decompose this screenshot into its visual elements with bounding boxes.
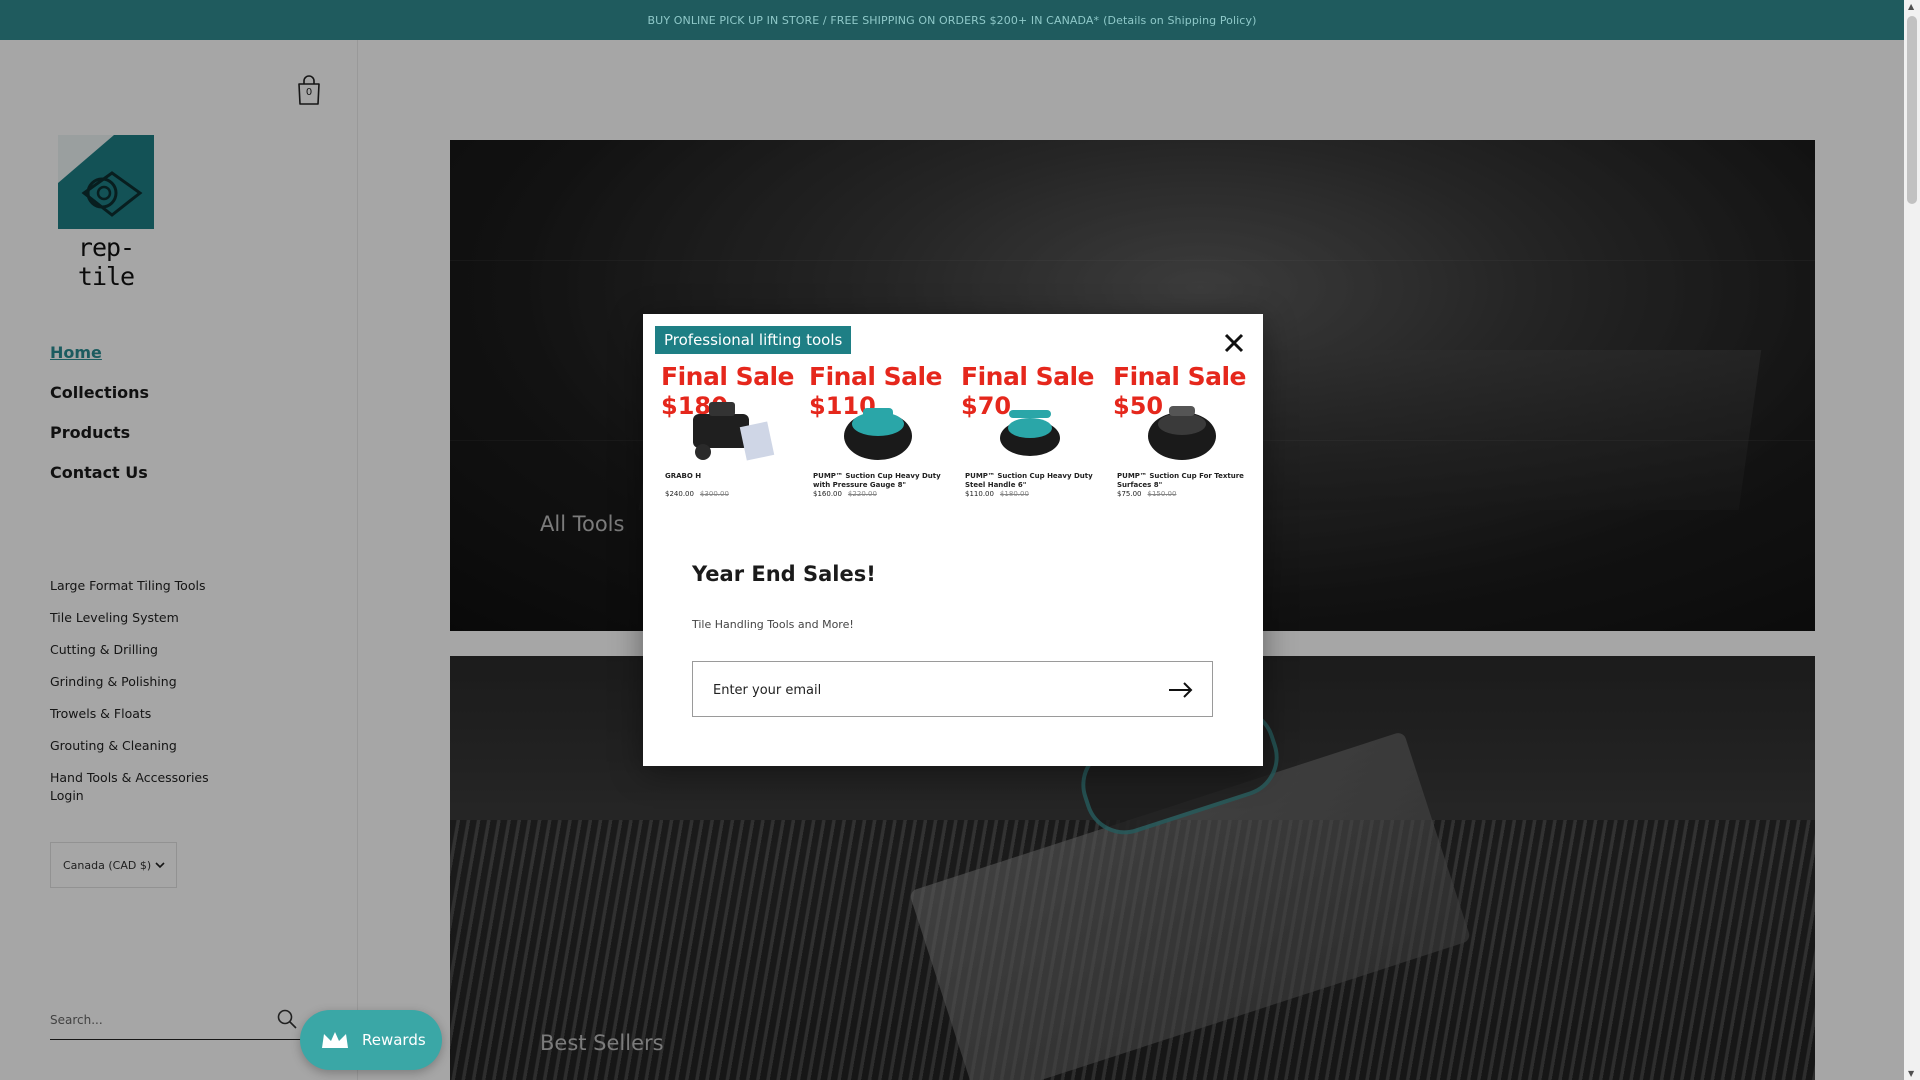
rewards-label: Rewards — [362, 1031, 426, 1049]
product-price: $110.00 $180.00 — [965, 490, 1029, 498]
final-sale-headline: Final Sale — [961, 362, 1095, 391]
product-name: PUMP™ Suction Cup For Texture Surfaces 8… — [1117, 472, 1244, 489]
final-sale-headline: Final Sale — [1113, 362, 1247, 391]
arrow-right-icon[interactable] — [1168, 680, 1194, 700]
promo-product: Final Sale $50 PUMP™ Suction Cup For Tex… — [1107, 356, 1251, 518]
product-price: $160.00 $220.00 — [813, 490, 877, 498]
shipping-policy-link[interactable]: (Details on Shipping Policy) — [1103, 14, 1256, 27]
announcement-text: BUY ONLINE PICK UP IN STORE / FREE SHIPP… — [647, 13, 1100, 27]
suction-cup-image — [1148, 406, 1216, 460]
scrollbar-thumb[interactable] — [1907, 16, 1917, 204]
modal-title: Year End Sales! — [692, 562, 876, 586]
announcement-bar: BUY ONLINE PICK UP IN STORE / FREE SHIPP… — [0, 0, 1904, 40]
promo-badge: Professional lifting tools — [655, 326, 852, 354]
suction-cup-image — [1000, 410, 1060, 456]
grabo-lifter-image — [693, 402, 775, 461]
product-name: GRABO H — [665, 472, 702, 480]
modal-subtitle: Tile Handling Tools and More! — [692, 618, 854, 631]
email-field[interactable] — [713, 678, 1133, 702]
product-price: $75.00 $150.00 — [1117, 490, 1177, 498]
product-name: PUMP™ Suction Cup Heavy Duty with Pressu… — [813, 472, 941, 489]
product-name: PUMP™ Suction Cup Heavy Duty Steel Handl… — [965, 472, 1093, 489]
rewards-button[interactable]: Rewards — [300, 1010, 442, 1070]
promo-modal: Professional lifting tools Final Sale $1… — [643, 314, 1263, 766]
email-form — [692, 661, 1213, 717]
promo-product: Final Sale $70 PUMP™ Suction Cup Heavy D… — [955, 356, 1100, 518]
promo-banner: Professional lifting tools Final Sale $1… — [655, 326, 1251, 518]
final-sale-headline: Final Sale — [661, 362, 795, 391]
crown-icon — [322, 1032, 348, 1048]
scroll-down-icon[interactable]: ▼ — [1908, 1069, 1914, 1078]
promo-product: Final Sale $110 PUMP™ Suction Cup Heavy … — [803, 356, 948, 518]
page-scrollbar[interactable]: ▲ ▼ — [1904, 0, 1920, 1080]
product-price: $240.00 $300.00 — [665, 490, 729, 498]
scroll-up-icon[interactable]: ▲ — [1908, 2, 1914, 11]
final-sale-headline: Final Sale — [809, 362, 943, 391]
suction-cup-image — [844, 408, 912, 460]
promo-product: Final Sale $180 GRABO H $240.00 $300.00 — [655, 356, 800, 518]
